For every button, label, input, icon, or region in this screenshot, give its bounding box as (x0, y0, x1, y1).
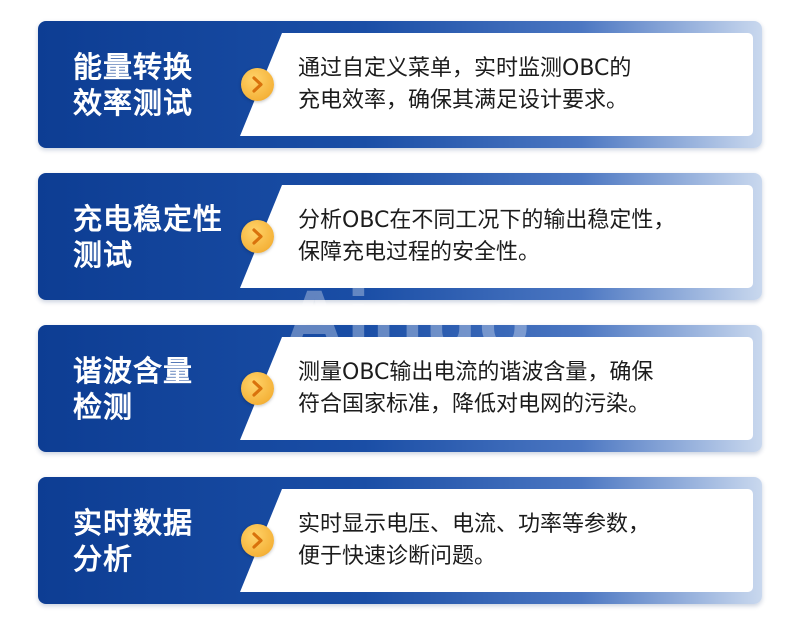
card-description-line: 符合国家标准，降低对电网的污染。 (298, 391, 651, 417)
card-title-line: 效率测试 (73, 85, 194, 120)
card-description: 实时显示电压、电流、功率等参数， 便于快速诊断问题。 (298, 489, 739, 592)
feature-card-realtime: 实时数据 分析 实时显示电压、电流、功率等参数， 便于快速诊断问题。 (38, 477, 762, 604)
card-description-line: 保障充电过程的安全性。 (298, 239, 541, 265)
feature-card-efficiency: 能量转换 效率测试 通过自定义菜单，实时监测OBC的 充电效率，确保其满足设计要… (38, 21, 762, 148)
chevron-right-icon (241, 68, 274, 101)
chevron-right-icon (241, 372, 274, 405)
card-title: 谐波含量 检测 (73, 325, 253, 452)
card-description: 通过自定义菜单，实时监测OBC的 充电效率，确保其满足设计要求。 (298, 33, 739, 136)
card-description-panel: 通过自定义菜单，实时监测OBC的 充电效率，确保其满足设计要求。 (240, 33, 753, 136)
card-title-line: 分析 (73, 541, 134, 576)
card-description-line: 测量OBC输出电流的谐波含量，确保 (298, 359, 654, 385)
card-description-panel: 实时显示电压、电流、功率等参数， 便于快速诊断问题。 (240, 489, 753, 592)
chevron-right-icon (241, 524, 274, 557)
card-title: 能量转换 效率测试 (73, 21, 253, 148)
card-description-panel: 测量OBC输出电流的谐波含量，确保 符合国家标准，降低对电网的污染。 (240, 337, 753, 440)
card-title-line: 充电稳定性 (73, 201, 224, 236)
card-title: 充电稳定性 测试 (73, 173, 253, 300)
card-title-line: 实时数据 (73, 505, 194, 540)
card-title-line: 测试 (73, 237, 134, 272)
chevron-right-icon (241, 220, 274, 253)
card-description-line: 便于快速诊断问题。 (298, 543, 497, 569)
feature-card-harmonics: 谐波含量 检测 测量OBC输出电流的谐波含量，确保 符合国家标准，降低对电网的污… (38, 325, 762, 452)
feature-card-list: 能量转换 效率测试 通过自定义菜单，实时监测OBC的 充电效率，确保其满足设计要… (38, 0, 762, 624)
feature-card-stability: 充电稳定性 测试 分析OBC在不同工况下的输出稳定性， 保障充电过程的安全性。 (38, 173, 762, 300)
card-title-line: 谐波含量 (73, 353, 194, 388)
card-title: 实时数据 分析 (73, 477, 253, 604)
card-description-line: 分析OBC在不同工况下的输出稳定性， (298, 207, 676, 233)
card-description: 分析OBC在不同工况下的输出稳定性， 保障充电过程的安全性。 (298, 185, 739, 288)
card-description-line: 实时显示电压、电流、功率等参数， (298, 511, 651, 537)
card-description-line: 充电效率，确保其满足设计要求。 (298, 87, 629, 113)
card-title-line: 能量转换 (73, 49, 194, 84)
card-description-line: 通过自定义菜单，实时监测OBC的 (298, 55, 632, 81)
card-title-line: 检测 (73, 389, 134, 424)
card-description: 测量OBC输出电流的谐波含量，确保 符合国家标准，降低对电网的污染。 (298, 337, 739, 440)
card-description-panel: 分析OBC在不同工况下的输出稳定性， 保障充电过程的安全性。 (240, 185, 753, 288)
